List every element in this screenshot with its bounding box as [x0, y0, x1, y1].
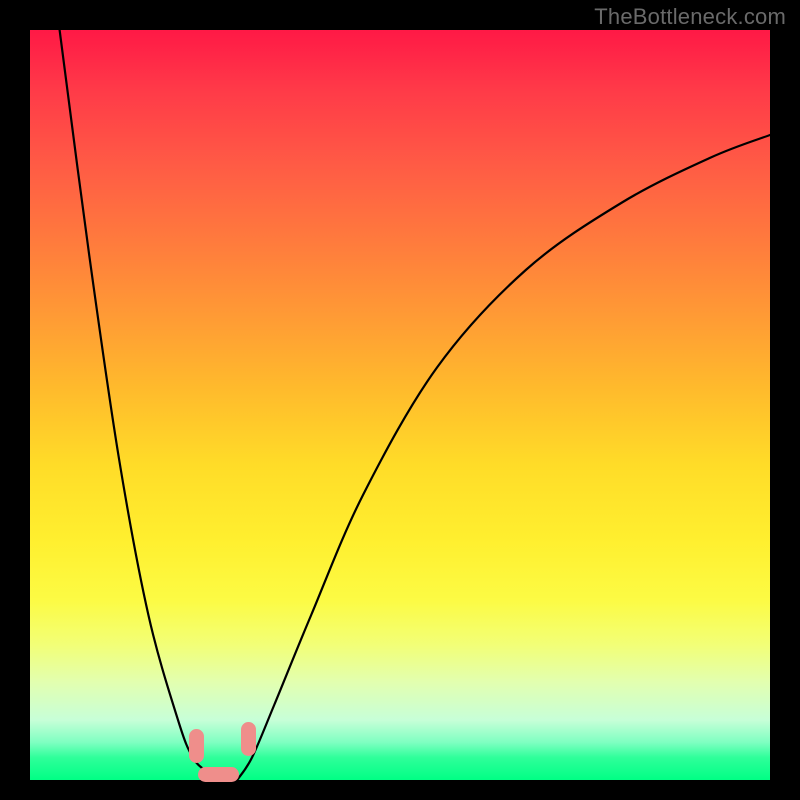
left-curve [60, 30, 215, 780]
curves-layer [30, 30, 770, 780]
blob-left [189, 729, 204, 763]
chart-frame: TheBottleneck.com [0, 0, 800, 800]
plot-area [30, 30, 770, 780]
blob-right [241, 722, 256, 756]
blob-bottom [198, 767, 239, 782]
watermark-text: TheBottleneck.com [594, 4, 786, 30]
right-curve [237, 135, 770, 780]
